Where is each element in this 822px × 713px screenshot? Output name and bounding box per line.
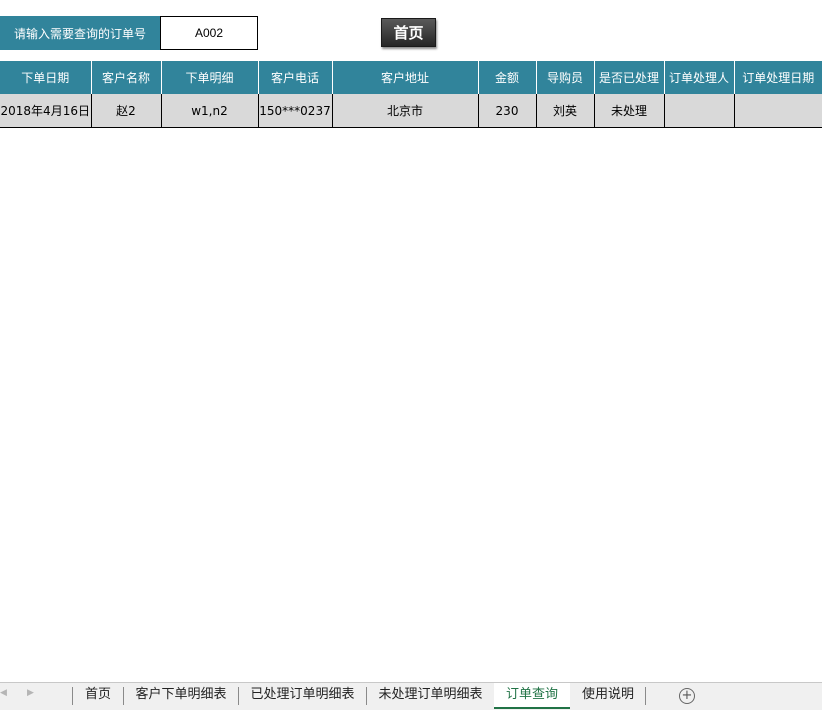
header-order-date: 下单日期 [0, 61, 92, 94]
header-customer-name: 客户名称 [91, 61, 162, 94]
tab-unprocessed-orders[interactable]: 未处理订单明细表 [367, 683, 494, 710]
table-header-row: 下单日期 客户名称 下单明细 客户电话 客户地址 金额 导购员 是否已处理 订单… [0, 61, 822, 94]
cell-customer-address[interactable]: 北京市 [332, 94, 479, 128]
tab-divider [645, 687, 646, 705]
cell-processed-status[interactable]: 未处理 [594, 94, 665, 128]
order-result-table: 下单日期 客户名称 下单明细 客户电话 客户地址 金额 导购员 是否已处理 订单… [0, 61, 822, 128]
triangle-left-icon[interactable]: ◀ [0, 688, 7, 698]
header-processing-date: 订单处理日期 [734, 61, 822, 94]
cell-order-details[interactable]: w1,n2 [161, 94, 259, 128]
tab-instructions[interactable]: 使用说明 [571, 683, 645, 710]
cell-amount[interactable]: 230 [478, 94, 537, 128]
cell-customer-name[interactable]: 赵2 [91, 94, 162, 128]
order-query-label: 请输入需要查询的订单号 [0, 16, 160, 50]
header-customer-phone: 客户电话 [258, 61, 333, 94]
header-amount: 金额 [478, 61, 537, 94]
header-sales-guide: 导购员 [536, 61, 595, 94]
header-order-details: 下单明细 [161, 61, 259, 94]
header-customer-address: 客户地址 [332, 61, 479, 94]
cell-order-date[interactable]: 2018年4月16日 [0, 94, 92, 128]
tab-processed-orders[interactable]: 已处理订单明细表 [239, 683, 366, 710]
triangle-right-icon[interactable]: ▶ [27, 688, 34, 698]
header-processed-status: 是否已处理 [594, 61, 665, 94]
tab-order-query[interactable]: 订单查询 [494, 683, 570, 709]
table-row: 2018年4月16日 赵2 w1,n2 150***0237 北京市 230 刘… [0, 94, 822, 128]
plus-circle-icon[interactable]: + [679, 688, 695, 704]
header-order-handler: 订单处理人 [664, 61, 735, 94]
home-button[interactable]: 首页 [381, 18, 436, 47]
sheet-tab-bar: ◀ ▶ 首页 客户下单明细表 已处理订单明细表 未处理订单明细表 订单查询 使用… [0, 682, 822, 710]
cell-customer-phone[interactable]: 150***0237 [258, 94, 333, 128]
order-number-input[interactable]: A002 [160, 16, 258, 50]
tab-home[interactable]: 首页 [73, 683, 123, 710]
cell-order-handler[interactable] [664, 94, 735, 128]
tab-customer-orders[interactable]: 客户下单明细表 [124, 683, 238, 710]
cell-sales-guide[interactable]: 刘英 [536, 94, 595, 128]
cell-processing-date[interactable] [734, 94, 822, 128]
